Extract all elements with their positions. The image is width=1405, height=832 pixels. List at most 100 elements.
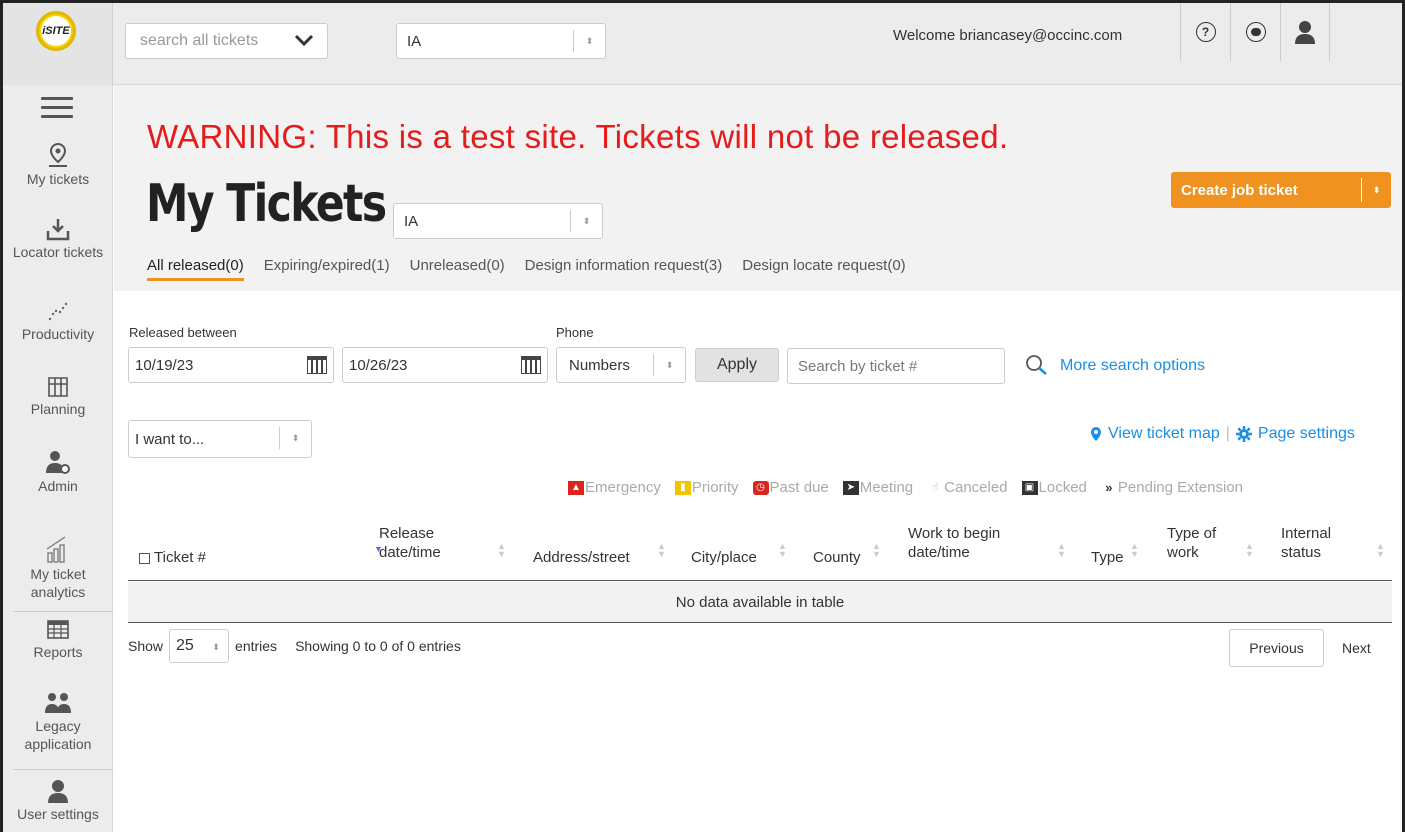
help-button[interactable]: ? (1180, 3, 1230, 61)
showing-info: Showing 0 to 0 of 0 entries (295, 638, 461, 654)
column-internal-status[interactable]: Internal status (1281, 524, 1331, 562)
column-ticket-number[interactable]: Ticket # (139, 548, 206, 567)
sidebar-item-my-tickets[interactable]: My tickets (3, 140, 113, 188)
column-type-of-work[interactable]: Type of work (1167, 524, 1216, 562)
sidebar-item-reports[interactable]: Reports (3, 613, 113, 661)
select-all-checkbox[interactable] (139, 552, 150, 564)
chat-button[interactable] (1230, 3, 1280, 61)
sort-icon[interactable]: ▲ ▼ (778, 542, 787, 559)
previous-page-button[interactable]: Previous (1229, 629, 1324, 667)
date-from-field[interactable]: 10/19/23 (128, 347, 334, 383)
date-to-value: 10/26/23 (349, 356, 408, 374)
create-job-ticket-button[interactable]: Create job ticket ⬍ (1171, 172, 1391, 208)
arrow-icon: ➤ (842, 480, 859, 495)
select-arrows-icon: ⬍ (653, 354, 685, 376)
isite-logo[interactable]: iSITE (36, 11, 76, 51)
logo-text: iSITE (41, 16, 71, 46)
phone-label: Phone (556, 325, 594, 340)
sidebar-item-my-ticket-analytics[interactable]: My ticket analytics (3, 535, 113, 601)
calendar-icon[interactable] (521, 356, 541, 374)
i-want-to-select[interactable]: I want to... ⬍ (128, 420, 312, 458)
entries-value: 25 (176, 637, 194, 654)
legend-priority: ▮ Priority (674, 479, 739, 496)
column-county[interactable]: County (813, 548, 861, 567)
sort-icon[interactable]: ▲ ▼ (657, 542, 666, 559)
global-ticket-search[interactable]: search all tickets (125, 23, 328, 59)
sort-icon[interactable]: ▲ ▼ (497, 542, 506, 559)
select-arrows-icon: ⬍ (212, 642, 220, 652)
sidebar-item-user-settings[interactable]: User settings (3, 775, 113, 823)
phone-select[interactable]: Numbers ⬍ (556, 347, 686, 383)
sidebar-item-label: My tickets (26, 171, 90, 187)
user-gear-icon (46, 451, 70, 474)
more-search-options-link[interactable]: More search options (1060, 357, 1205, 375)
sidebar-item-locator-tickets[interactable]: Locator tickets (3, 213, 113, 261)
page-title: My Tickets (146, 174, 387, 234)
flag-icon: ▮ (674, 480, 691, 495)
test-site-warning: WARNING: This is a test site. Tickets wi… (147, 118, 1009, 155)
tab-design-information-request[interactable]: Design information request(3) (525, 257, 723, 281)
released-between-label: Released between (129, 325, 237, 340)
profile-button[interactable] (1280, 3, 1330, 61)
calendar-icon[interactable] (307, 356, 327, 374)
lock-icon: ▣ (1021, 480, 1038, 495)
chevron-down-icon (294, 34, 314, 47)
sidebar-item-label: Locator tickets (12, 244, 104, 260)
sort-icon[interactable]: ▲ ▼ (1245, 542, 1254, 559)
phone-select-value: Numbers (569, 356, 630, 374)
map-settings-links: View ticket map | Page settings (1090, 425, 1355, 443)
sort-icon[interactable]: ▲ ▼ (1376, 542, 1385, 559)
entries-select[interactable]: 25 ⬍ (169, 629, 230, 663)
view-ticket-map-link[interactable]: View ticket map (1108, 425, 1220, 443)
tab-all-released[interactable]: All released(0) (147, 257, 244, 281)
hamburger-menu-icon[interactable] (41, 97, 73, 124)
date-to-field[interactable]: 10/26/23 (342, 347, 548, 383)
ticket-tabs: All released(0) Expiring/expired(1) Unre… (147, 257, 906, 281)
sidebar-item-planning[interactable]: Planning (3, 370, 113, 418)
column-city-place[interactable]: City/place (691, 548, 757, 567)
i-want-to-value: I want to... (135, 430, 205, 448)
tab-unreleased[interactable]: Unreleased(0) (410, 257, 505, 281)
sidebar-divider (13, 769, 113, 770)
sidebar-item-label: Productivity (21, 326, 95, 342)
hand-icon: ☝ (932, 481, 939, 493)
welcome-text: Welcome briancasey@occinc.com (893, 27, 1123, 44)
legend-emergency: ▲ Emergency (568, 479, 661, 496)
sidebar-item-productivity[interactable]: Productivity (3, 295, 113, 343)
sort-icon[interactable]: ▲ ▼ (1130, 542, 1139, 559)
legend-pending-extension: » Pending Extension (1101, 479, 1243, 496)
grid-table-icon (47, 620, 69, 639)
legend-meeting: ➤ Meeting (842, 479, 913, 496)
page-state-value: IA (404, 212, 419, 230)
next-page-button[interactable]: Next (1342, 640, 1371, 656)
clock-icon: ◷ (752, 480, 769, 495)
double-chevron-icon: » (1105, 479, 1113, 495)
user-icon (1295, 21, 1315, 44)
tab-design-locate-request[interactable]: Design locate request(0) (742, 257, 905, 281)
dropdown-arrows-icon[interactable]: ⬍ (1361, 178, 1391, 202)
select-arrows-icon: ⬍ (279, 427, 311, 449)
sidebar-item-admin[interactable]: Admin (3, 447, 113, 495)
sidebar-item-label: Planning (30, 401, 86, 417)
entries-control: Show 25 ⬍ entries Showing 0 to 0 of 0 en… (128, 628, 461, 664)
sort-icon[interactable]: ▲ ▼ (1057, 542, 1066, 559)
page-settings-link[interactable]: Page settings (1258, 425, 1355, 443)
sidebar-item-label: User settings (17, 806, 99, 822)
apply-button[interactable]: Apply (695, 348, 779, 382)
search-icon[interactable] (1025, 354, 1047, 376)
ticket-search-input[interactable]: Search by ticket # (787, 348, 1005, 384)
help-icon: ? (1195, 22, 1216, 42)
state-select[interactable]: IA ⬍ (396, 23, 606, 59)
column-type[interactable]: Type (1091, 548, 1124, 567)
ticket-search-placeholder: Search by ticket # (798, 357, 918, 375)
tab-expiring-expired[interactable]: Expiring/expired(1) (264, 257, 390, 281)
column-release-datetime[interactable]: Release date/time (379, 524, 441, 562)
column-work-to-begin[interactable]: Work to begin date/time (908, 524, 1000, 562)
logo-area: iSITE (3, 3, 113, 85)
select-arrows-icon: ⬍ (570, 210, 602, 232)
column-address-street[interactable]: Address/street (533, 548, 630, 567)
global-search-placeholder: search all tickets (140, 32, 259, 49)
sidebar-item-legacy-application[interactable]: Legacy application (3, 687, 113, 753)
page-state-select[interactable]: IA ⬍ (393, 203, 603, 239)
sort-icon[interactable]: ▲ ▼ (872, 542, 881, 559)
